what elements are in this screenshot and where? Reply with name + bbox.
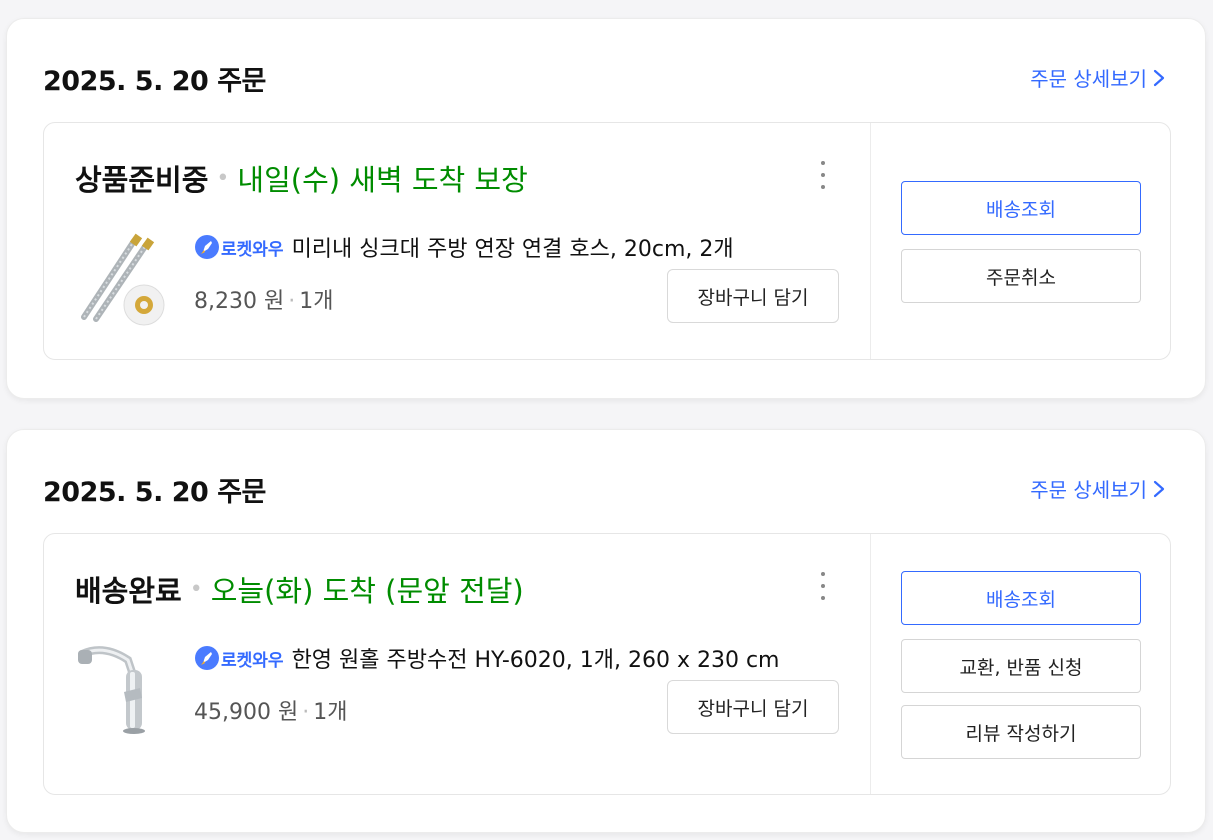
add-to-cart-button[interactable]: 장바구니 담기 bbox=[667, 680, 839, 734]
order-item-box: 상품준비중 • 내일(수) 새벽 도착 보장 로켓와우 미리내 싱크대 주방 연… bbox=[43, 122, 1171, 360]
more-options-icon[interactable] bbox=[818, 161, 828, 189]
price-separator: · bbox=[288, 289, 296, 314]
order-detail-link[interactable]: 주문 상세보기 bbox=[1030, 474, 1165, 503]
product-quantity: 1개 bbox=[313, 700, 348, 725]
status-separator: • bbox=[216, 165, 230, 191]
product-name-row[interactable]: 로켓와우 미리내 싱크대 주방 연장 연결 호스, 20cm, 2개 bbox=[194, 231, 734, 263]
add-to-cart-button[interactable]: 장바구니 담기 bbox=[667, 269, 839, 323]
status-label: 상품준비중 bbox=[75, 163, 209, 197]
order-list: 2025. 5. 20 주문 주문 상세보기 상품준비중 • 내일(수) 새벽 … bbox=[0, 0, 1213, 840]
exchange-return-button[interactable]: 교환, 반품 신청 bbox=[901, 639, 1141, 693]
order-actions: 배송조회 주문취소 bbox=[870, 123, 1170, 359]
order-detail-label: 주문 상세보기 bbox=[1030, 67, 1147, 91]
order-item-box: 배송완료 • 오늘(화) 도착 (문앞 전달) 로켓와우 한영 원홀 주방수전 … bbox=[43, 533, 1171, 795]
product-quantity: 1개 bbox=[299, 289, 334, 314]
arrival-estimate: 내일(수) 새벽 도착 보장 bbox=[237, 163, 528, 197]
order-actions: 배송조회 교환, 반품 신청 리뷰 작성하기 bbox=[870, 534, 1170, 794]
write-review-button[interactable]: 리뷰 작성하기 bbox=[901, 705, 1141, 759]
rocket-wow-badge: 로켓와우 bbox=[194, 645, 284, 671]
rocket-icon bbox=[195, 235, 219, 259]
price-separator: · bbox=[302, 700, 310, 725]
product-name: 미리내 싱크대 주방 연장 연결 호스, 20cm, 2개 bbox=[291, 237, 734, 262]
order-card: 2025. 5. 20 주문 주문 상세보기 상품준비중 • 내일(수) 새벽 … bbox=[6, 18, 1206, 399]
product-name-row[interactable]: 로켓와우 한영 원홀 주방수전 HY-6020, 1개, 260 x 230 c… bbox=[194, 642, 779, 674]
track-shipment-button[interactable]: 배송조회 bbox=[901, 571, 1141, 625]
faucet-product-image[interactable] bbox=[74, 642, 170, 738]
track-shipment-button[interactable]: 배송조회 bbox=[901, 181, 1141, 235]
chevron-right-icon bbox=[1153, 480, 1165, 497]
status-separator: • bbox=[189, 576, 203, 602]
order-detail-link[interactable]: 주문 상세보기 bbox=[1030, 63, 1165, 92]
rocket-wow-badge: 로켓와우 bbox=[194, 234, 284, 260]
hose-product-image[interactable] bbox=[74, 231, 170, 327]
order-date: 2025. 5. 20 주문 bbox=[43, 66, 266, 97]
delivery-status: 상품준비중 • 내일(수) 새벽 도착 보장 bbox=[75, 157, 528, 199]
order-date: 2025. 5. 20 주문 bbox=[43, 477, 266, 508]
rocket-icon bbox=[195, 646, 219, 670]
rocket-wow-label: 로켓와우 bbox=[221, 239, 284, 260]
price-line: 45,900 원 · 1개 bbox=[194, 694, 347, 726]
product-name: 한영 원홀 주방수전 HY-6020, 1개, 260 x 230 cm bbox=[291, 648, 780, 673]
chevron-right-icon bbox=[1153, 69, 1165, 86]
price-line: 8,230 원 · 1개 bbox=[194, 283, 333, 315]
order-item: 배송완료 • 오늘(화) 도착 (문앞 전달) 로켓와우 한영 원홀 주방수전 … bbox=[44, 534, 870, 794]
order-detail-label: 주문 상세보기 bbox=[1030, 478, 1147, 502]
order-card: 2025. 5. 20 주문 주문 상세보기 배송완료 • 오늘(화) 도착 (… bbox=[6, 429, 1206, 833]
rocket-wow-label: 로켓와우 bbox=[221, 650, 284, 671]
delivery-status: 배송완료 • 오늘(화) 도착 (문앞 전달) bbox=[75, 568, 524, 610]
arrival-estimate: 오늘(화) 도착 (문앞 전달) bbox=[210, 574, 524, 608]
status-label: 배송완료 bbox=[75, 574, 182, 608]
more-options-icon[interactable] bbox=[818, 572, 828, 600]
product-price: 45,900 원 bbox=[194, 700, 299, 725]
product-price: 8,230 원 bbox=[194, 289, 285, 314]
order-item: 상품준비중 • 내일(수) 새벽 도착 보장 로켓와우 미리내 싱크대 주방 연… bbox=[44, 123, 870, 359]
cancel-order-button[interactable]: 주문취소 bbox=[901, 249, 1141, 303]
